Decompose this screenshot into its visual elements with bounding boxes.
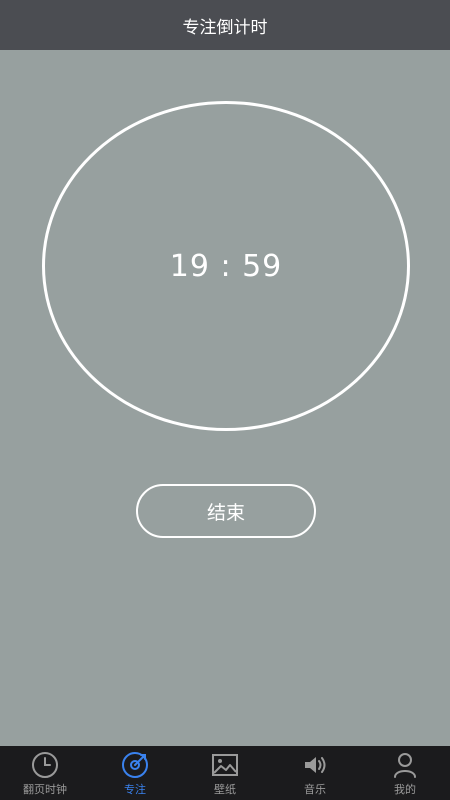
image-icon — [212, 754, 238, 776]
focus-target-icon — [122, 752, 148, 778]
tab-flip-clock[interactable]: 翻页时钟 — [0, 746, 90, 800]
countdown-display: 19 : 59 — [169, 248, 283, 284]
tab-music[interactable]: 音乐 — [270, 746, 360, 800]
tab-label: 翻页时钟 — [23, 783, 67, 796]
tab-label: 专注 — [124, 783, 146, 796]
bottom-tab-bar: 翻页时钟 专注 壁纸 音乐 我的 — [0, 746, 450, 800]
focus-countdown-area: 19 : 59 结束 — [0, 50, 450, 746]
clock-icon — [32, 752, 58, 778]
tab-profile[interactable]: 我的 — [360, 746, 450, 800]
tab-wallpaper[interactable]: 壁纸 — [180, 746, 270, 800]
speaker-icon — [305, 757, 326, 773]
end-button-label: 结束 — [206, 501, 245, 524]
end-button[interactable]: 结束 — [136, 484, 316, 538]
page-title: 专注倒计时 — [182, 17, 268, 38]
user-icon — [394, 753, 416, 778]
timer-ring: 19 : 59 — [42, 101, 410, 431]
tab-label: 音乐 — [304, 783, 326, 796]
tab-focus[interactable]: 专注 — [90, 746, 180, 800]
tab-label: 我的 — [394, 783, 416, 796]
title-bar: 专注倒计时 — [0, 0, 450, 50]
tab-label: 壁纸 — [214, 783, 236, 796]
